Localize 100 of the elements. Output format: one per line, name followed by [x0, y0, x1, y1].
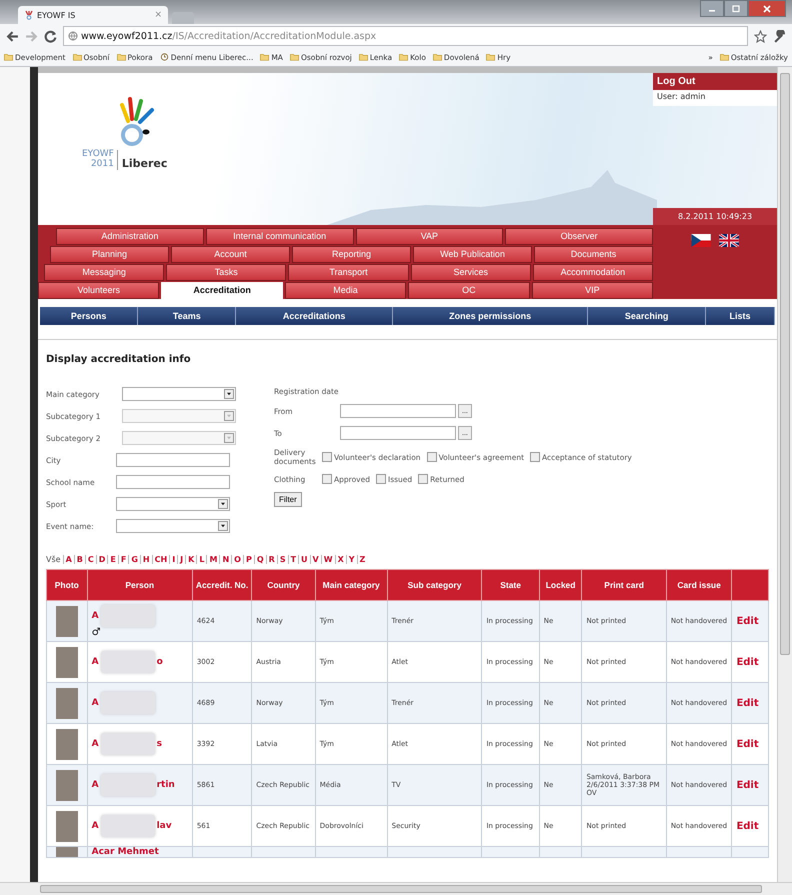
edit-link[interactable]: Edit [736, 738, 759, 750]
date-field[interactable] [340, 404, 456, 418]
address-bar[interactable]: www.eyowf2011.cz/IS/Accreditation/AccreditationModule.aspx [63, 26, 748, 46]
checkbox[interactable] [322, 474, 332, 484]
filter-button[interactable]: Filter [274, 492, 302, 507]
letter-link[interactable]: L [196, 555, 206, 564]
module-tab[interactable]: VIP [532, 282, 654, 299]
module-tab[interactable]: Observer [505, 228, 653, 245]
module-tab[interactable]: VAP [356, 228, 504, 245]
wrench-icon[interactable] [773, 30, 786, 42]
module-tab[interactable]: Tasks [166, 264, 286, 281]
column-header: Print card [582, 570, 666, 600]
letter-link[interactable]: V [310, 555, 321, 564]
letter-link[interactable]: Z [356, 555, 368, 564]
letter-link[interactable]: R [266, 555, 277, 564]
text-field[interactable] [116, 453, 230, 467]
person-link[interactable]: A [92, 657, 99, 667]
letter-link[interactable]: X [334, 555, 346, 564]
module-tab[interactable]: Accommodation [532, 264, 654, 281]
text-field[interactable] [116, 475, 230, 489]
letter-link[interactable]: O [231, 555, 243, 564]
module-tab[interactable]: Documents [534, 246, 653, 263]
letter-link[interactable]: Y [346, 555, 357, 564]
letter-link[interactable]: A [62, 555, 74, 564]
person-link[interactable]: A [92, 821, 99, 831]
person-link[interactable]: A [92, 780, 99, 790]
letter-link[interactable]: T [288, 555, 298, 564]
close-button[interactable] [748, 0, 786, 17]
letter-link[interactable]: C [84, 555, 96, 564]
person-link[interactable]: A [92, 610, 99, 620]
section-tab[interactable]: Lists [706, 307, 776, 325]
forward-icon[interactable] [25, 30, 38, 42]
section-tab[interactable]: Accreditations [236, 307, 393, 325]
letter-link[interactable]: J [177, 555, 186, 564]
browser-tab[interactable]: EYOWF IS × [18, 6, 168, 24]
horizontal-scrollbar[interactable] [0, 882, 792, 895]
person-link[interactable]: o [156, 657, 163, 667]
letter-link[interactable]: N [219, 555, 232, 564]
person-link[interactable]: A [92, 739, 99, 749]
section-tab[interactable]: Persons [40, 307, 138, 325]
letter-link[interactable]: H [140, 555, 152, 564]
module-tab[interactable]: Accreditation [161, 282, 283, 299]
module-tab[interactable]: OC [408, 282, 530, 299]
uk-flag-icon[interactable] [719, 234, 739, 247]
letter-link[interactable]: K [185, 555, 196, 564]
letter-link[interactable]: M [206, 555, 220, 564]
letter-link[interactable]: U [298, 555, 310, 564]
edit-link[interactable]: Edit [736, 780, 759, 790]
dropdown-field[interactable] [116, 497, 230, 511]
edit-link[interactable]: Edit [736, 820, 759, 832]
dropdown-field[interactable] [116, 519, 230, 533]
star-icon[interactable] [754, 30, 767, 42]
letter-link[interactable]: Q [254, 555, 266, 564]
letter-link[interactable]: I [169, 555, 178, 564]
person-link[interactable]: A [92, 698, 99, 708]
logout-link[interactable]: Log Out [653, 73, 777, 90]
minimize-button[interactable] [700, 0, 724, 17]
letter-link[interactable]: S [276, 555, 288, 564]
letter-link[interactable]: B [74, 555, 85, 564]
section-tab[interactable]: Searching [588, 307, 706, 325]
module-tab[interactable]: Internal communication [206, 228, 354, 245]
letter-link[interactable]: D [96, 555, 108, 564]
letter-link[interactable]: G [128, 555, 140, 564]
checkbox[interactable] [322, 452, 332, 462]
module-tab[interactable]: Transport [288, 264, 409, 281]
maximize-button[interactable] [724, 0, 748, 17]
checkbox[interactable] [418, 474, 428, 484]
section-tab[interactable]: Teams [138, 307, 236, 325]
edit-link[interactable]: Edit [736, 616, 759, 626]
dropdown-field[interactable] [122, 387, 236, 401]
module-tab[interactable]: Messaging [44, 264, 164, 281]
letter-link[interactable]: E [107, 555, 118, 564]
vertical-scrollbar[interactable] [777, 67, 792, 882]
edit-link[interactable]: Edit [736, 698, 759, 708]
checkbox[interactable] [426, 452, 437, 462]
letter-link[interactable]: Vše [46, 555, 63, 564]
module-tab[interactable]: Reporting [292, 246, 411, 263]
edit-link[interactable]: Edit [736, 656, 759, 668]
date-field[interactable] [340, 426, 456, 440]
checkbox[interactable] [530, 452, 540, 462]
checkbox[interactable] [376, 474, 386, 484]
reload-icon[interactable] [44, 30, 57, 42]
module-tab[interactable]: Services [410, 264, 531, 281]
person-link[interactable]: rtin [156, 780, 175, 790]
section-tab[interactable]: Zones permissions [392, 307, 588, 325]
letter-link[interactable]: F [118, 555, 128, 564]
letter-link[interactable]: W [320, 555, 335, 564]
module-tab[interactable]: Media [284, 282, 406, 299]
back-icon[interactable] [6, 30, 19, 42]
module-tab[interactable]: Planning [50, 246, 169, 263]
person-link[interactable]: s [156, 739, 162, 749]
letter-link[interactable]: P [242, 555, 254, 564]
letter-link[interactable]: CH [152, 555, 170, 564]
module-tab[interactable]: Web Publication [413, 246, 532, 263]
module-tab[interactable]: Volunteers [38, 282, 160, 299]
close-tab-button[interactable]: × [154, 10, 162, 20]
module-tab[interactable]: Administration [56, 228, 204, 245]
person-link[interactable]: lav [156, 821, 172, 831]
module-tab[interactable]: Account [171, 246, 290, 263]
czech-flag-icon[interactable] [691, 234, 711, 247]
